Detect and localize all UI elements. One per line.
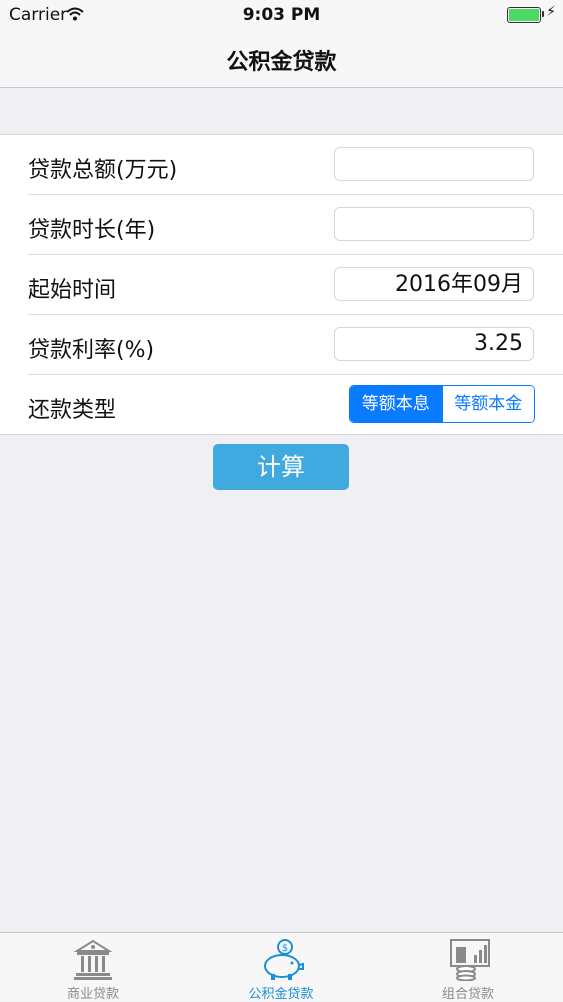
row-loan-amount: 贷款总额(万元) (0, 135, 563, 195)
start-date-field[interactable]: 2016年09月 (334, 267, 534, 301)
svg-text:$: $ (282, 943, 288, 954)
tab-label: 组合贷款 (441, 987, 494, 1002)
status-time: 9:03 PM (242, 5, 321, 25)
loan-amount-input[interactable] (334, 147, 534, 181)
tab-combined-loan[interactable]: 组合贷款 (408, 933, 528, 1002)
tab-commercial-loan[interactable]: 商业贷款 (33, 933, 153, 1002)
loan-term-input[interactable] (334, 207, 534, 241)
interest-rate-label: 贷款利率(%) (28, 338, 155, 363)
loan-amount-label: 贷款总额(万元) (28, 158, 178, 183)
calculate-button[interactable]: 计算 (213, 444, 349, 490)
repayment-type-segmented-control: 等额本息 等额本金 (349, 385, 535, 423)
tab-label: 商业贷款 (66, 987, 119, 1002)
loan-form: 贷款总额(万元) 贷款时长(年) 起始时间 2016年09月 贷款利率(%) 还… (0, 134, 563, 435)
segment-equal-installment[interactable]: 等额本息 (350, 386, 442, 422)
segment-equal-principal[interactable]: 等额本金 (441, 386, 534, 422)
tab-bar: 商业贷款 $ 公积金贷款 组合贷款 (0, 932, 563, 1002)
tab-provident-fund-loan[interactable]: $ 公积金贷款 (221, 933, 341, 1002)
row-repayment-type: 还款类型 等额本息 等额本金 (0, 375, 563, 435)
navigation-bar: 公积金贷款 (0, 30, 563, 88)
row-loan-term: 贷款时长(年) (0, 195, 563, 255)
tab-label: 公积金贷款 (248, 987, 314, 1002)
loan-term-label: 贷款时长(年) (28, 218, 156, 243)
battery-tip (542, 11, 544, 17)
page-title: 公积金贷款 (226, 50, 337, 75)
interest-rate-input[interactable] (334, 327, 534, 361)
charging-bolt-icon: ⚡ (546, 4, 556, 20)
repayment-type-label: 还款类型 (28, 398, 117, 423)
start-date-label: 起始时间 (28, 278, 117, 303)
row-interest-rate: 贷款利率(%) (0, 315, 563, 375)
battery-icon (507, 7, 541, 23)
status-bar: Carrier 9:03 PM ⚡ (0, 0, 563, 30)
row-start-date: 起始时间 2016年09月 (0, 255, 563, 315)
